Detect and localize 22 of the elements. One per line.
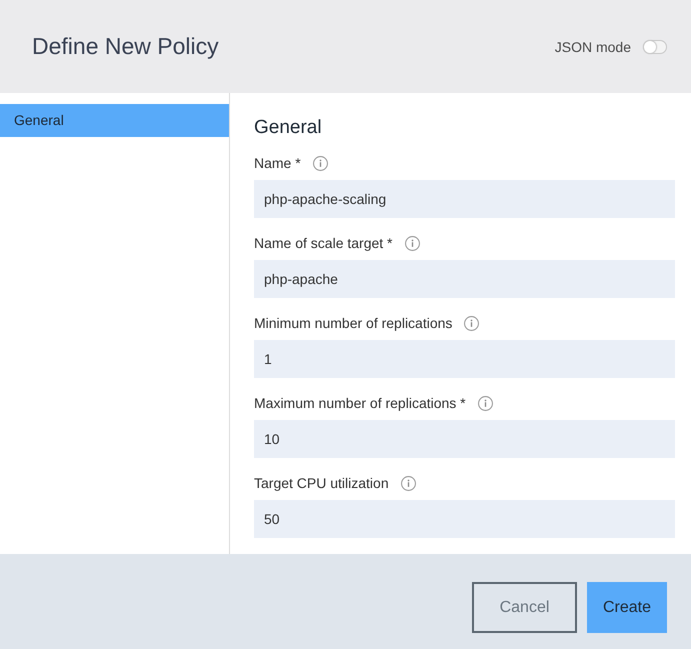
input-field[interactable]: 1 [254,340,675,378]
input-field[interactable]: 10 [254,420,675,458]
info-icon[interactable] [478,396,493,410]
info-icon[interactable] [404,236,420,250]
sidebar-item[interactable]: General [0,104,229,137]
dialog-title: Define New Policy [32,33,219,60]
field-label: Name * [254,155,301,171]
cancel-button[interactable]: Cancel [472,582,577,633]
field-label: Target CPU utilization [254,475,389,491]
info-icon[interactable] [464,316,480,330]
field-label: Maximum number of replications * [254,395,466,411]
field-label: Name of scale target * [254,235,393,251]
create-button[interactable]: Create [587,582,667,633]
section-title: General [254,117,323,139]
info-icon[interactable] [400,476,416,490]
json-mode-toggle[interactable] [643,40,667,54]
info-icon[interactable] [312,156,328,170]
input-field[interactable]: php-apache [254,260,675,298]
field-label: Minimum number of replications [254,315,452,331]
input-field[interactable]: 50 [254,500,675,538]
input-field[interactable]: php-apache-scaling [254,180,675,218]
json-mode-label: JSON mode [554,38,631,54]
